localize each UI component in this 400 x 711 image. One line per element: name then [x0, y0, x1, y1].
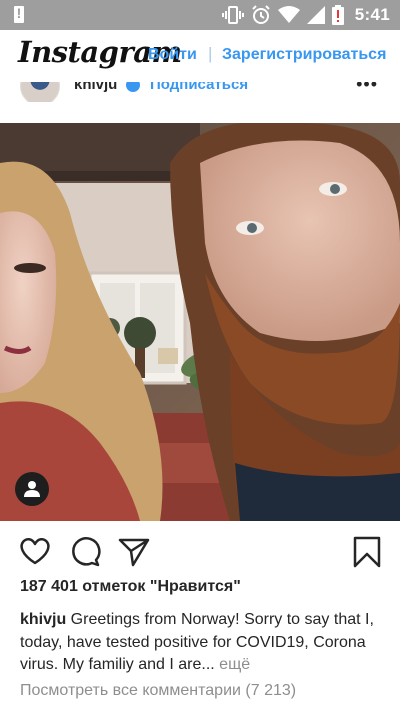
tagged-people-button[interactable] [15, 472, 49, 506]
like-button[interactable] [19, 536, 51, 568]
caption-text: Greetings from Norway! Sorry to say that… [20, 611, 374, 673]
post-actions [0, 530, 400, 574]
status-icons: 5:41 [221, 0, 390, 30]
view-all-comments-link[interactable]: Посмотреть все комментарии (7 213) [20, 682, 296, 700]
avatar[interactable] [20, 82, 60, 102]
signup-link[interactable]: Зарегистрироваться [222, 46, 386, 64]
person-icon [24, 481, 40, 497]
likes-count[interactable]: 187 401 отметок "Нравится" [20, 578, 241, 596]
caption-username[interactable]: khivju [20, 611, 66, 628]
post-username[interactable]: khivju [74, 82, 117, 93]
app-header: Instagram Войти | Зарегистрироваться [0, 30, 400, 82]
alert-icon [14, 5, 24, 23]
post-header: khivju Подписаться ••• [0, 82, 400, 102]
vibrate-icon [221, 6, 244, 24]
alarm-icon [252, 5, 270, 24]
caption-more-link[interactable]: ещё [215, 656, 250, 673]
save-button[interactable] [352, 536, 384, 568]
status-bar: 5:41 [0, 0, 400, 30]
verified-badge-icon [126, 82, 140, 92]
bookmark-icon [353, 536, 381, 568]
comment-icon [72, 537, 101, 567]
login-link[interactable]: Войти [148, 46, 197, 64]
header-separator: | [208, 44, 213, 63]
follow-button[interactable]: Подписаться [150, 82, 248, 93]
status-time: 5:41 [354, 5, 390, 24]
more-options-icon[interactable]: ••• [356, 82, 378, 95]
send-icon [118, 538, 150, 567]
heart-icon [20, 538, 50, 565]
photo-image [0, 123, 400, 521]
post-caption: khivju Greetings from Norway! Sorry to s… [20, 609, 386, 677]
wifi-icon [277, 6, 300, 23]
post-photo[interactable] [0, 123, 400, 521]
comment-button[interactable] [69, 536, 101, 568]
signal-icon [306, 6, 325, 24]
share-button[interactable] [118, 536, 150, 568]
battery-alert-icon [331, 5, 344, 25]
